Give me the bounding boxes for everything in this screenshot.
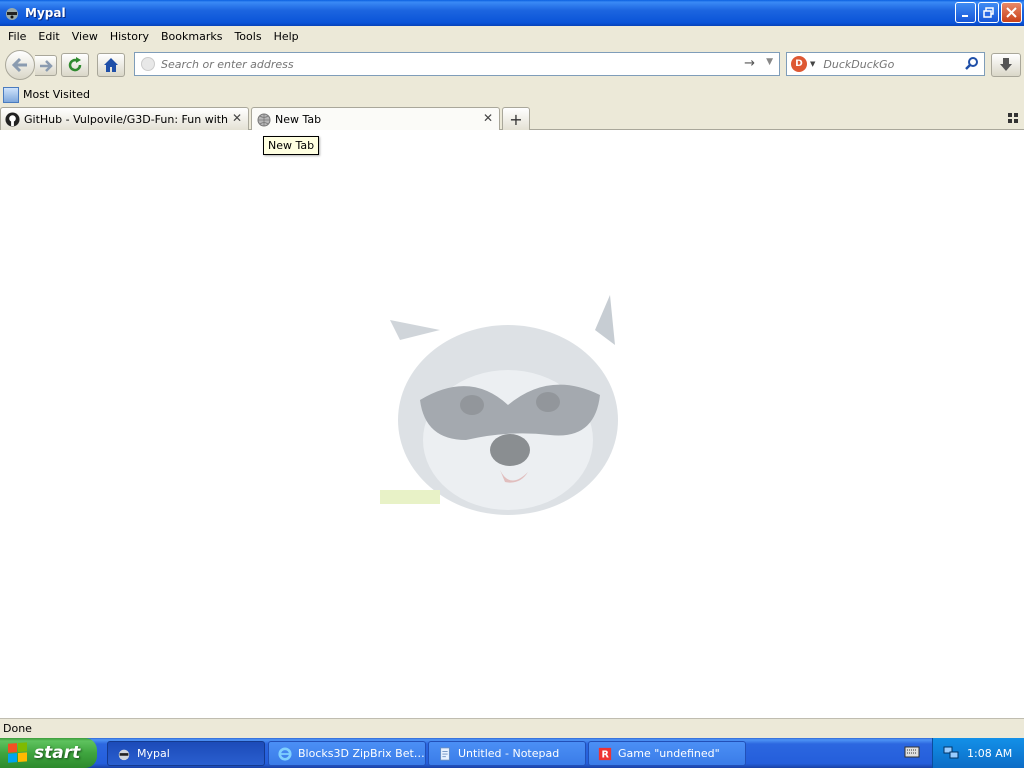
search-bar[interactable]: D ▼ — [786, 52, 985, 76]
tab-tooltip: New Tab — [263, 136, 320, 155]
bookmark-label: Most Visited — [23, 88, 90, 101]
taskbar-item-notepad[interactable]: Untitled - Notepad — [428, 741, 586, 766]
restore-button[interactable] — [978, 2, 999, 23]
clock[interactable]: 1:08 AM — [967, 747, 1012, 760]
menu-file[interactable]: File — [2, 30, 32, 43]
task-label: Blocks3D ZipBrix Beta... — [298, 747, 425, 760]
list-all-tabs-button[interactable] — [1008, 113, 1018, 123]
windows-flag-icon — [8, 742, 28, 763]
internet-explorer-icon — [277, 746, 293, 762]
roblox-r-icon: R — [597, 746, 613, 762]
task-label: Untitled - Notepad — [458, 747, 560, 760]
menu-view[interactable]: View — [66, 30, 104, 43]
tab-close-icon[interactable]: ✕ — [232, 111, 242, 125]
forward-arrow-icon — [39, 59, 53, 72]
minimize-icon — [961, 14, 968, 17]
keyboard-language-icon[interactable] — [904, 745, 920, 759]
forward-button[interactable] — [35, 55, 57, 76]
mypal-raccoon-icon — [116, 746, 132, 762]
taskbar-item-mypal[interactable]: Mypal — [107, 741, 265, 766]
status-bar: Done — [0, 718, 1024, 738]
restore-icon — [983, 7, 994, 18]
search-input[interactable] — [823, 57, 964, 71]
tab-label: New Tab — [275, 113, 322, 126]
bookmark-most-visited[interactable]: Most Visited — [3, 86, 90, 103]
start-button[interactable]: start — [0, 738, 97, 768]
back-arrow-icon — [11, 57, 27, 73]
tab-strip: GitHub - Vulpovile/G3D-Fun: Fun with G3.… — [0, 105, 1024, 131]
github-icon — [5, 111, 20, 127]
most-visited-folder-icon — [3, 86, 19, 103]
home-button[interactable] — [97, 53, 125, 77]
svg-text:R: R — [602, 749, 610, 760]
reload-icon — [68, 57, 82, 72]
duckduckgo-engine-icon[interactable]: D — [791, 56, 807, 72]
close-button[interactable] — [1001, 2, 1022, 23]
task-label: Game "undefined" — [618, 747, 720, 760]
reload-button[interactable] — [61, 53, 89, 77]
notepad-icon — [437, 746, 453, 762]
menu-help[interactable]: Help — [268, 30, 305, 43]
start-label: start — [34, 743, 81, 763]
status-text: Done — [3, 722, 32, 735]
task-label: Mypal — [137, 747, 170, 760]
download-arrow-icon — [1000, 58, 1012, 71]
downloads-button[interactable] — [991, 53, 1021, 77]
minimize-button[interactable] — [955, 2, 976, 23]
home-icon — [104, 58, 118, 72]
menu-edit[interactable]: Edit — [32, 30, 65, 43]
page-content[interactable]: New Tab — [0, 130, 1024, 718]
go-arrow-icon[interactable]: → — [744, 56, 755, 71]
tab-new-tab[interactable]: New Tab ✕ — [251, 107, 500, 131]
address-input[interactable] — [161, 57, 731, 71]
history-dropdown-icon[interactable]: ▼ — [766, 57, 773, 67]
menu-history[interactable]: History — [104, 30, 155, 43]
menu-bookmarks[interactable]: Bookmarks — [155, 30, 228, 43]
close-icon — [1006, 7, 1017, 18]
window-title: Mypal — [25, 6, 66, 20]
engine-dropdown-icon[interactable]: ▼ — [810, 60, 815, 68]
tab-close-icon[interactable]: ✕ — [483, 111, 493, 125]
globe-icon — [256, 112, 271, 127]
bookmarks-toolbar: Most Visited — [0, 84, 1024, 105]
tab-github[interactable]: GitHub - Vulpovile/G3D-Fun: Fun with G3.… — [0, 107, 249, 130]
navigation-toolbar: → ▼ D ▼ — [0, 47, 1024, 83]
system-tray: 1:08 AM — [932, 738, 1024, 768]
back-button[interactable] — [5, 50, 35, 80]
mypal-raccoon-icon — [4, 5, 20, 21]
menu-bar: File Edit View History Bookmarks Tools H… — [0, 26, 1024, 46]
search-icon[interactable] — [965, 56, 979, 73]
taskbar-item-game[interactable]: R Game "undefined" — [588, 741, 746, 766]
identity-globe-icon — [141, 57, 155, 71]
taskbar-item-blocks3d[interactable]: Blocks3D ZipBrix Beta... — [268, 741, 426, 766]
network-icon[interactable] — [943, 746, 959, 760]
window-titlebar[interactable]: Mypal — [0, 0, 1024, 26]
menu-tools[interactable]: Tools — [228, 30, 267, 43]
raccoon-logo-watermark — [380, 295, 618, 515]
tab-label: GitHub - Vulpovile/G3D-Fun: Fun with G3.… — [24, 112, 229, 126]
windows-taskbar: start Mypal Blocks3D ZipBrix Beta... Unt… — [0, 738, 1024, 768]
address-bar[interactable]: → ▼ — [134, 52, 780, 76]
plus-icon: + — [509, 109, 523, 129]
new-tab-button[interactable]: + — [502, 107, 530, 130]
